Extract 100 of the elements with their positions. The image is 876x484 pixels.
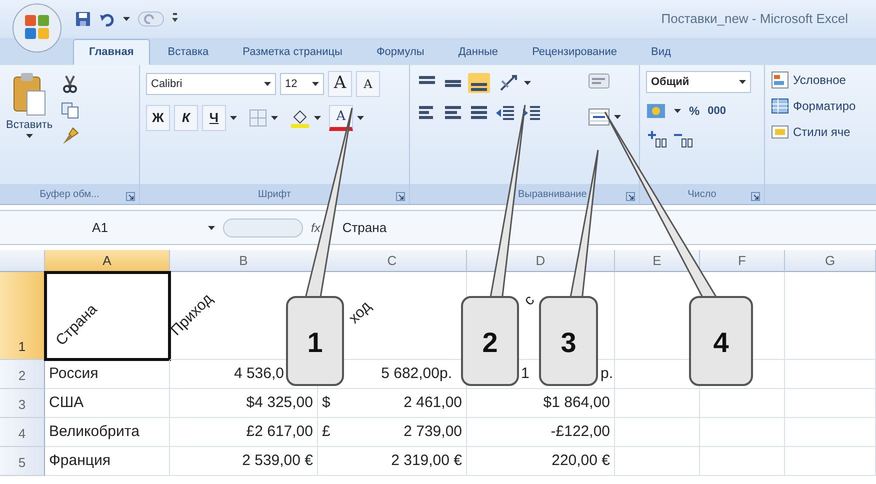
dropdown-arrow-icon[interactable] [524,81,531,85]
dialog-launcher-icon[interactable] [626,192,635,201]
orientation-icon[interactable] [498,72,520,93]
decrease-indent-icon[interactable] [494,103,516,123]
column-header[interactable]: B [170,250,318,272]
font-name-field[interactable]: Calibri [146,73,276,95]
bottom-align-icon[interactable] [468,73,490,93]
styles-command[interactable]: Условное [793,71,846,89]
ribbon-tab[interactable]: Главная [73,38,150,65]
ribbon-tab[interactable]: Рецензирование [516,38,634,65]
dropdown-arrow-icon[interactable] [357,116,364,120]
formula-field[interactable]: Страна [342,218,387,238]
cell-text: 2 461,00 [404,392,462,413]
table-cell: США [45,389,170,418]
dropdown-arrow-icon[interactable] [314,116,321,120]
dialog-launcher-icon[interactable] [751,192,760,201]
styles-command[interactable]: Стили яче [793,123,850,141]
row-header[interactable]: 2 [0,360,45,389]
copy-icon[interactable] [60,101,79,119]
percent-button[interactable]: % [689,102,700,120]
table-cell: $4 325,00 [170,389,318,418]
empty-cell[interactable] [615,389,700,418]
insert-function-button[interactable]: fx [311,218,320,236]
font-size-field[interactable]: 12 [280,73,324,95]
cell-styles-icon[interactable] [771,123,789,141]
group-label: Буфер обм... [40,188,100,202]
column-header[interactable]: G [785,250,876,272]
shrink-font-button[interactable]: A [356,71,380,97]
ribbon-tab[interactable]: Вид [635,38,687,65]
row-header[interactable]: 4 [0,418,45,447]
group-label: Шрифт [258,188,291,202]
dialog-launcher-icon[interactable] [126,192,135,201]
thousands-button[interactable]: 000 [708,102,726,120]
styles-command[interactable]: Форматиро [793,97,856,115]
dropdown-arrow-icon[interactable] [739,80,746,84]
table-cell: $1 864,00 [467,389,615,418]
cell-text: р. [600,364,613,384]
italic-button[interactable]: К [174,105,198,131]
currency-icon[interactable] [646,101,666,121]
ribbon-tab[interactable]: Формулы [360,38,440,65]
table-format-icon[interactable] [771,97,789,115]
dialog-launcher-icon[interactable] [396,192,405,201]
ribbon-tab[interactable]: Данные [442,38,514,65]
dropdown-arrow-icon[interactable] [271,116,278,120]
brush-icon[interactable] [60,127,79,145]
cell-text: $ [322,392,330,413]
ribbon-tab[interactable]: Разметка страницы [226,38,358,65]
group-label: Выравнивание [518,188,587,202]
table-cell: 2 319,00 € [318,447,467,476]
empty-cell[interactable] [785,360,876,389]
dropdown-arrow-icon[interactable] [230,116,237,120]
group-label: Число [688,188,716,202]
conditional-format-icon[interactable] [771,71,789,89]
bold-button[interactable]: Ж [146,105,170,131]
scissors-icon[interactable] [60,75,79,93]
row-header[interactable]: 1 [0,272,45,360]
dropdown-arrow-icon[interactable] [208,226,215,230]
table-cell: £2 617,00 [170,418,318,447]
underline-button[interactable]: Ч [202,105,226,131]
empty-cell[interactable] [615,418,700,447]
grow-font-button[interactable]: A [328,71,352,97]
clipboard-icon [11,71,48,117]
font-color-button[interactable]: A [329,105,353,131]
paste-button[interactable]: Вставить [6,71,53,138]
table-cell: Франция [45,447,170,476]
empty-cell[interactable] [785,418,876,447]
save-icon[interactable] [75,11,91,27]
dropdown-arrow-icon[interactable] [264,82,271,86]
dropdown-arrow-icon[interactable] [123,17,130,21]
cell-text: 1 [521,364,530,384]
increase-decimal-icon[interactable] [646,129,668,149]
wrap-text-icon[interactable] [588,71,610,91]
empty-cell[interactable] [785,272,876,360]
empty-cell[interactable] [785,389,876,418]
window-title: Поставки_new - Microsoft Excel [661,10,848,28]
empty-cell[interactable] [700,389,785,418]
column-header[interactable]: F [700,250,785,272]
cell-text: ход [344,296,376,329]
empty-cell[interactable] [615,447,700,476]
cell-text: £ [322,422,330,442]
undo-icon[interactable] [99,11,115,27]
fill-color-icon[interactable] [290,108,310,128]
merge-cells-icon[interactable] [588,107,610,127]
name-box[interactable]: A1 [0,218,200,238]
ribbon-tab[interactable]: Вставка [152,38,225,65]
cell-text: с [520,290,539,311]
dropdown-arrow-icon[interactable] [674,109,681,113]
dropdown-arrow-icon[interactable] [26,134,33,138]
dropdown-arrow-icon[interactable] [614,115,621,119]
dropdown-arrow-icon[interactable] [312,82,319,86]
column-header[interactable]: A [45,250,170,272]
empty-cell[interactable] [700,447,785,476]
row-header[interactable]: 5 [0,447,45,476]
table-cell: 2 539,00 € [170,447,318,476]
empty-cell[interactable] [700,418,785,447]
table-cell: -£122,00 [467,418,615,447]
cell-text: 2 739,00 [404,422,462,442]
empty-cell[interactable] [785,447,876,476]
number-format-field[interactable]: Общий [646,71,751,93]
row-header[interactable]: 3 [0,389,45,418]
